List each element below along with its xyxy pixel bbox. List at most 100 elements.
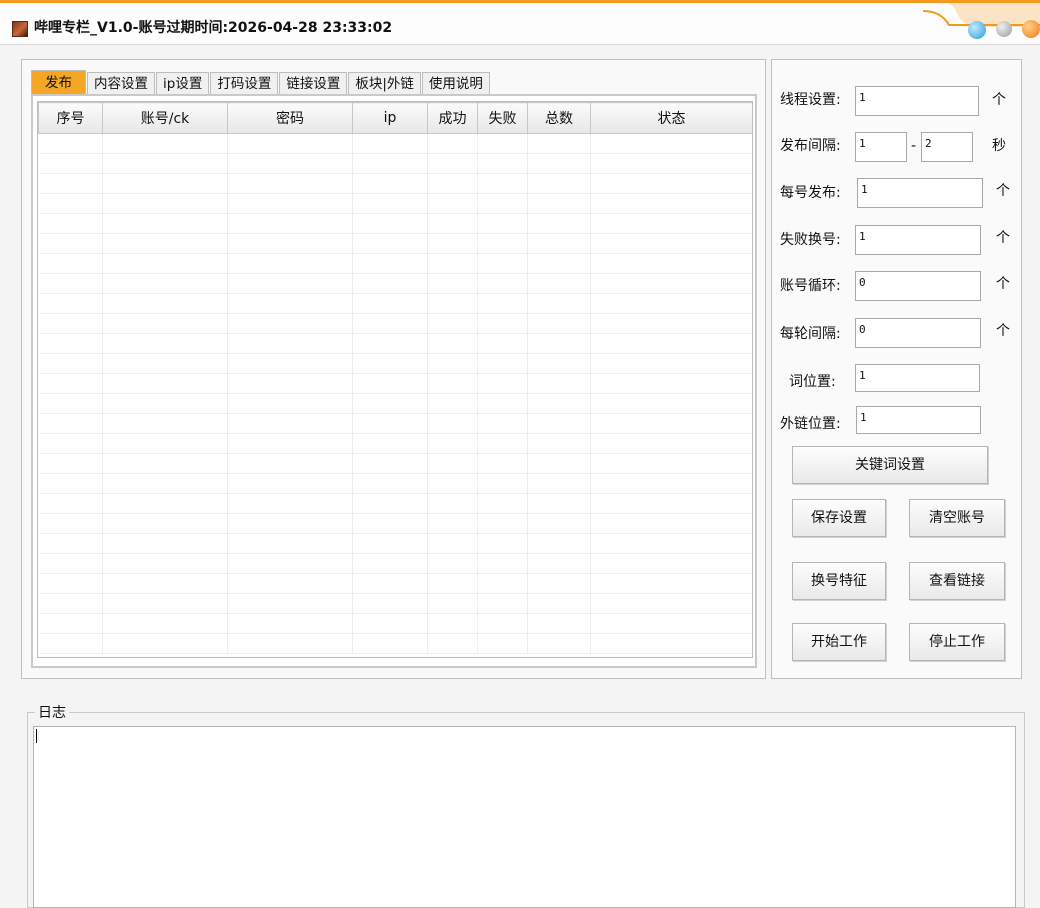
table-row-empty [38,513,752,534]
table-cell-empty [102,613,228,634]
table-cell-empty [427,313,478,334]
account-loop-input[interactable]: 0 [855,271,981,301]
table-cell-empty [427,393,478,414]
table-cell-empty [38,493,103,514]
switch-feature-button[interactable]: 换号特征 [792,562,886,600]
tab-ip-settings[interactable]: ip设置 [156,72,210,94]
table-cell-empty [590,253,752,274]
table-cell-empty [427,513,478,534]
table-cell-empty [352,293,428,314]
accounts-table[interactable]: 序号 账号/ck 密码 ip 成功 失败 总数 状态 [37,101,753,658]
round-interval-input[interactable]: 0 [855,318,981,348]
table-cell-empty [477,593,528,614]
table-cell-empty [352,153,428,174]
per-account-input[interactable]: 1 [857,178,983,208]
table-cell-empty [227,173,353,194]
tab-captcha-settings[interactable]: 打码设置 [210,72,279,94]
word-position-label: 词位置: [789,374,836,390]
table-cell-empty [102,413,228,434]
table-row-empty [38,433,752,454]
table-cell-empty [227,273,353,294]
table-row-empty [38,333,752,354]
fail-switch-input[interactable]: 1 [855,225,981,255]
close-icon[interactable] [1022,20,1040,38]
table-cell-empty [352,273,428,294]
column-header-success[interactable]: 成功 [427,102,478,134]
table-row-empty [38,153,752,174]
table-cell-empty [477,353,528,374]
table-cell-empty [590,213,752,234]
tab-section-external-links[interactable]: 板块|外链 [348,72,421,94]
table-cell-empty [38,433,103,454]
table-cell-empty [477,153,528,174]
log-textarea[interactable] [33,726,1016,908]
column-header-index[interactable]: 序号 [38,102,103,134]
table-cell-empty [352,393,428,414]
table-cell-empty [352,253,428,274]
table-cell-empty [38,353,103,374]
interval-from-input[interactable]: 1 [855,132,907,162]
interval-to-input[interactable]: 2 [921,132,973,162]
table-cell-empty [102,513,228,534]
table-cell-empty [527,193,591,214]
table-cell-empty [527,373,591,394]
start-work-button[interactable]: 开始工作 [792,623,886,661]
table-cell-empty [590,133,752,154]
round-interval-unit: 个 [996,323,1010,339]
table-cell-empty [527,333,591,354]
table-cell-empty [352,613,428,634]
table-cell-empty [427,173,478,194]
table-cell-empty [227,593,353,614]
table-cell-empty [38,633,103,654]
table-cell-empty [102,173,228,194]
table-cell-empty [590,433,752,454]
table-cell-empty [477,373,528,394]
column-header-status[interactable]: 状态 [590,102,752,134]
table-cell-empty [227,373,353,394]
table-cell-empty [590,553,752,574]
table-cell-empty [477,233,528,254]
column-header-ip[interactable]: ip [352,102,428,134]
table-cell-empty [352,493,428,514]
stop-work-button[interactable]: 停止工作 [909,623,1005,661]
table-cell-empty [427,453,478,474]
save-settings-button[interactable]: 保存设置 [792,499,886,537]
keyword-settings-button[interactable]: 关键词设置 [792,446,988,484]
table-row-empty [38,393,752,414]
word-position-input[interactable]: 1 [855,364,980,392]
threads-input[interactable]: 1 [855,86,979,116]
table-cell-empty [227,253,353,274]
table-cell-empty [38,293,103,314]
table-cell-empty [590,453,752,474]
window-title: 哔哩专栏_V1.0-账号过期时间:2026-04-28 23:33:02 [34,20,393,36]
table-cell-empty [527,553,591,574]
column-header-password[interactable]: 密码 [227,102,353,134]
fail-switch-label: 失败换号: [780,232,841,248]
table-cell-empty [427,633,478,654]
table-cell-empty [427,253,478,274]
table-cell-empty [427,153,478,174]
table-row-empty [38,293,752,314]
interval-unit: 秒 [992,138,1006,154]
tab-publish[interactable]: 发布 [31,70,86,94]
tab-link-settings[interactable]: 链接设置 [279,72,348,94]
table-cell-empty [227,613,353,634]
minimize-icon[interactable] [968,21,986,39]
tab-instructions[interactable]: 使用说明 [421,72,490,94]
maximize-icon[interactable] [996,21,1012,37]
column-header-account[interactable]: 账号/ck [102,102,228,134]
table-row-empty [38,173,752,194]
table-cell-empty [227,413,353,434]
tab-content-settings[interactable]: 内容设置 [87,72,155,94]
view-links-button[interactable]: 查看链接 [909,562,1005,600]
table-cell-empty [352,353,428,374]
table-cell-empty [352,513,428,534]
table-row-empty [38,353,752,374]
link-position-input[interactable]: 1 [856,406,981,434]
clear-accounts-button[interactable]: 清空账号 [909,499,1005,537]
table-cell-empty [38,133,103,154]
fail-switch-unit: 个 [996,230,1010,246]
column-header-total[interactable]: 总数 [527,102,591,134]
column-header-fail[interactable]: 失败 [477,102,528,134]
table-cell-empty [527,293,591,314]
